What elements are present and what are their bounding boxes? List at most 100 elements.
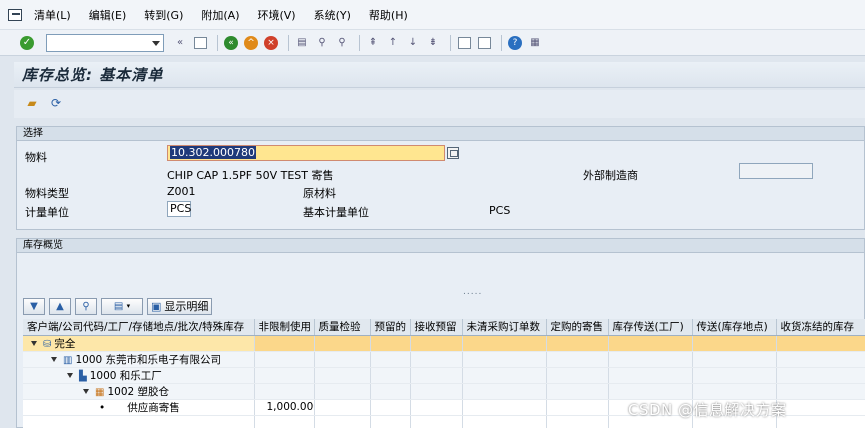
menu-edit[interactable]: 编辑(E): [89, 7, 127, 23]
separator: [450, 34, 451, 51]
table-row[interactable]: ▦ 1002 塑胶仓: [23, 383, 865, 400]
tree-toolbar: ▼ ▲ ⚲ ▤ ▾ ▣ 显示明细: [23, 297, 216, 315]
title-bar: 库存总览: 基本清单: [14, 62, 865, 88]
layout-menu-icon[interactable]: ▦: [527, 35, 543, 51]
printer-icon: ▤: [113, 300, 124, 312]
menu-environment[interactable]: 环境(V): [257, 7, 295, 23]
col-unrestricted[interactable]: 非限制使用: [254, 319, 315, 336]
storage-location-icon: ▦: [95, 386, 105, 398]
plant-icon: ▙: [79, 370, 87, 382]
separator: [217, 34, 218, 51]
expand-all-button[interactable]: ▼: [23, 297, 45, 315]
menu-bar: 清单(L) 编辑(E) 转到(G) 附加(A) 环境(V) 系统(Y) 帮助(H…: [0, 0, 865, 30]
ext-manufacturer-field[interactable]: [739, 163, 813, 179]
menu-system[interactable]: 系统(Y): [314, 7, 351, 23]
col-ordered-consignment[interactable]: 定购的寄售: [546, 319, 609, 336]
col-open-po[interactable]: 未清采购订单数: [462, 319, 547, 336]
collapse-node-icon[interactable]: [31, 341, 37, 346]
system-menu-icon[interactable]: [8, 8, 22, 21]
col-receipt-reserved[interactable]: 接收预留: [410, 319, 463, 336]
help-icon[interactable]: ?: [507, 35, 523, 51]
menu-help[interactable]: 帮助(H): [369, 7, 408, 23]
table-row[interactable]: ▥ 1000 东莞市和乐电子有限公司: [23, 351, 865, 368]
col-transfer-sloc[interactable]: 传送(库存地点): [692, 319, 777, 336]
total-icon: ⛁: [43, 338, 52, 350]
collapse-all-button[interactable]: ▲: [49, 297, 71, 315]
overview-header: 库存概览: [17, 239, 864, 253]
find-icon[interactable]: ⚲: [314, 35, 330, 51]
material-description: CHIP CAP 1.5PF 50V TEST 寄售: [167, 169, 334, 182]
col-gr-blocked[interactable]: 收货冻结的库存: [776, 319, 865, 336]
unit-input[interactable]: PCS: [167, 201, 191, 217]
material-value: 10.302.000780: [170, 146, 256, 159]
shortcut-icon[interactable]: [476, 35, 492, 51]
leaf-bullet-icon: •: [99, 401, 106, 414]
menu-list[interactable]: 清单(L): [34, 7, 71, 23]
value-help-icon[interactable]: [447, 147, 459, 159]
base-unit-label: 基本计量单位: [303, 206, 369, 219]
page-title: 库存总览: 基本清单: [22, 66, 164, 84]
col-reserved[interactable]: 预留的: [370, 319, 411, 336]
expand-icon: ▼: [30, 300, 38, 312]
col-transfer-plant[interactable]: 库存传送(工厂): [608, 319, 693, 336]
show-detail-label: 显示明细: [164, 300, 209, 313]
row-label: 供应商寄售: [127, 401, 180, 414]
collapse-icon: ▲: [56, 300, 64, 312]
print-button[interactable]: ▤ ▾: [101, 297, 143, 315]
print-icon[interactable]: ▤: [294, 35, 310, 51]
collapse-node-icon[interactable]: [51, 357, 57, 362]
collapse-node-icon[interactable]: [67, 373, 73, 378]
splitter-handle[interactable]: .....: [463, 287, 482, 297]
ext-manufacturer-label: 外部制造商: [583, 169, 638, 182]
separator: [288, 34, 289, 51]
company-icon: ▥: [63, 354, 73, 366]
refresh-icon[interactable]: ⟳: [48, 96, 64, 112]
new-session-icon[interactable]: [456, 35, 472, 51]
collapse-node-icon[interactable]: [83, 389, 89, 394]
watermark: CSDN @信息解决方案: [628, 401, 787, 419]
material-type-description: 原材料: [303, 187, 336, 200]
row-label: 完全: [54, 337, 76, 350]
save-icon[interactable]: [192, 35, 208, 51]
unit-label: 计量单位: [25, 206, 69, 219]
first-page-icon[interactable]: ⇞: [365, 35, 381, 51]
material-input[interactable]: 10.302.000780: [167, 145, 445, 161]
application-toolbar: ▰ ⟳: [14, 90, 865, 118]
dropdown-icon: ▾: [126, 302, 131, 310]
detail-icon: ▣: [151, 299, 162, 313]
dropdown-arrow-icon[interactable]: [152, 40, 160, 46]
unrestricted-value: 1,000.000: [254, 399, 315, 416]
standard-toolbar: ✓ « « ^ × ▤ ⚲ ⚲ ⇞ ↑ ↓ ⇟ ? ▦: [0, 30, 865, 56]
find-next-icon[interactable]: ⚲: [334, 35, 350, 51]
material-type-label: 物料类型: [25, 187, 69, 200]
cancel-icon[interactable]: ×: [263, 35, 279, 51]
exit-icon[interactable]: ^: [243, 35, 259, 51]
base-unit-value: PCS: [489, 204, 511, 217]
table-row[interactable]: ▙ 1000 和乐工厂: [23, 367, 865, 384]
enter-check-icon[interactable]: ✓: [20, 35, 34, 50]
row-label: 1000 东莞市和乐电子有限公司: [75, 353, 222, 366]
separator: [501, 34, 502, 51]
find-button[interactable]: ⚲: [75, 297, 97, 315]
collapse-icon[interactable]: «: [172, 35, 188, 51]
selection-header: 选择: [17, 127, 864, 141]
separator: [359, 34, 360, 51]
table-row[interactable]: ⛁ 完全: [23, 335, 865, 352]
next-page-icon[interactable]: ↓: [405, 35, 421, 51]
unit-value: PCS: [170, 202, 192, 215]
material-type-value: Z001: [167, 185, 196, 198]
command-field[interactable]: [46, 33, 164, 52]
last-page-icon[interactable]: ⇟: [425, 35, 441, 51]
col-quality-inspection[interactable]: 质量检验: [314, 319, 371, 336]
menu-goto[interactable]: 转到(G): [144, 7, 183, 23]
previous-page-icon[interactable]: ↑: [385, 35, 401, 51]
folder-icon[interactable]: ▰: [24, 96, 40, 112]
col-hierarchy[interactable]: 客户端/公司代码/工厂/存储地点/批次/特殊库存: [23, 319, 255, 336]
binoculars-icon: ⚲: [82, 300, 90, 312]
back-icon[interactable]: «: [223, 35, 239, 51]
row-label: 1002 塑胶仓: [107, 385, 170, 398]
menu-extras[interactable]: 附加(A): [201, 7, 239, 23]
material-label: 物料: [25, 151, 47, 164]
show-detail-button[interactable]: ▣ 显示明细: [147, 297, 213, 315]
selection-section: 选择 物料 10.302.000780 CHIP CAP 1.5PF 50V T…: [16, 126, 865, 230]
